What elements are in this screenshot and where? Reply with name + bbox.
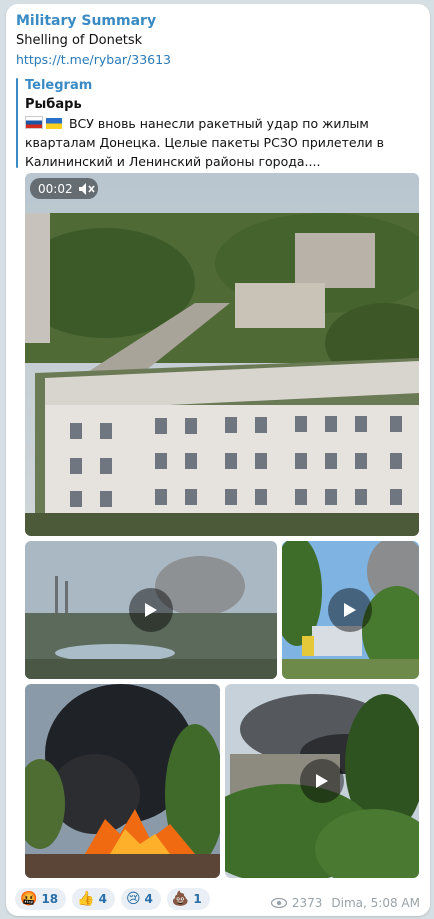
crying-face-icon: 😢 (125, 891, 141, 907)
channel-name[interactable]: Military Summary (16, 13, 156, 29)
forward-author: Рыбарь (25, 97, 82, 112)
post-link[interactable]: https://t.me/rybar/33613 (16, 52, 171, 67)
poop-icon: 💩 (171, 891, 190, 907)
forward-bar (16, 78, 18, 168)
forward-message: ВСУ вновь нанесли ракетный удар по жилым… (25, 116, 384, 169)
reaction-angry[interactable]: 🤬 18 (15, 888, 67, 910)
post-title: Shelling of Donetsk (16, 33, 143, 48)
play-icon[interactable] (300, 759, 344, 803)
mute-icon[interactable] (78, 182, 95, 195)
thumbs-up-icon: 👍 (77, 891, 95, 907)
message-meta: 2373 Dima, 5:08 AM (270, 896, 420, 910)
main-video[interactable] (25, 173, 419, 536)
forward-text: ВСУ вновь нанесли ракетный удар по жилым… (25, 114, 420, 171)
play-icon[interactable] (129, 588, 173, 632)
photo-fire[interactable] (25, 684, 220, 878)
reaction-thumbs-up[interactable]: 👍 4 (72, 888, 115, 910)
reaction-count: 4 (98, 892, 107, 906)
view-count: 2373 (291, 896, 323, 910)
reaction-count: 4 (144, 892, 153, 906)
forward-source[interactable]: Telegram (25, 78, 92, 93)
reaction-count: 18 (41, 892, 59, 906)
eye-icon (270, 898, 287, 908)
video-timer[interactable]: 00:02 (30, 178, 98, 199)
reaction-sad[interactable]: 😢 4 (120, 888, 161, 910)
author-time: Dima, 5:08 AM (331, 896, 420, 910)
angry-face-icon: 🤬 (20, 891, 38, 907)
play-icon[interactable] (328, 588, 372, 632)
reaction-count: 1 (193, 892, 202, 906)
reactions-bar: 🤬 18 👍 4 😢 4 💩 1 (15, 888, 210, 910)
russia-flag-icon (25, 116, 43, 129)
video-time: 00:02 (38, 181, 73, 196)
ukraine-flag-icon (46, 118, 62, 129)
reaction-poop[interactable]: 💩 1 (166, 888, 210, 910)
